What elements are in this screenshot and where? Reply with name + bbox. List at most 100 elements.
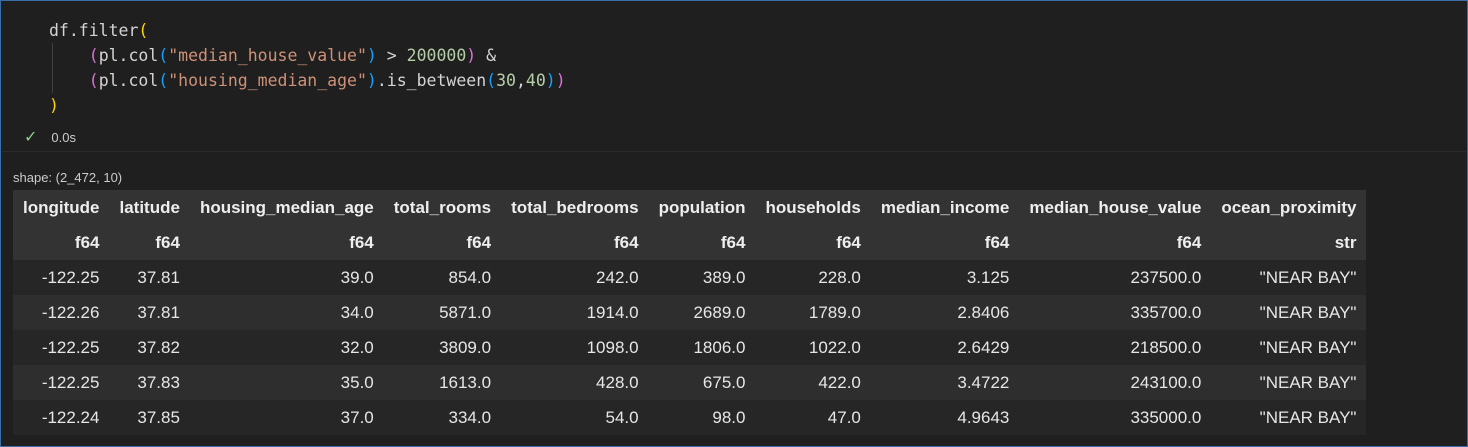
column-header: longitude xyxy=(23,197,100,217)
cell-output-divider xyxy=(2,151,1466,152)
code-token: ) xyxy=(366,46,377,65)
table-cell: 37.82 xyxy=(137,337,180,357)
code-token: > xyxy=(376,46,407,65)
table-cell: 242.0 xyxy=(596,267,639,287)
dataframe-table: longitude latitude housing_median_age total… xyxy=(13,190,1367,435)
table-cell: 3.125 xyxy=(966,267,1010,287)
code-token: ( xyxy=(88,71,99,90)
table-row: -122.25 37.81 39.0 854.0 242.0 389.0 228.0 3.12… xyxy=(13,260,1367,295)
table-cell: 228.0 xyxy=(818,267,861,287)
code-token: .is_between xyxy=(376,71,487,90)
code-token: ( xyxy=(158,46,169,65)
code-token: ) xyxy=(545,71,556,90)
code-token: , xyxy=(515,71,526,90)
column-dtype: str xyxy=(1334,232,1357,252)
code-token: "housing_median_age" xyxy=(168,71,367,90)
table-cell: 54.0 xyxy=(605,407,639,427)
column-dtype: f64 xyxy=(836,232,861,252)
table-cell: 237500.0 xyxy=(1130,267,1202,287)
column-header: median_house_value xyxy=(1029,197,1202,217)
table-cell: "NEAR BAY" xyxy=(1259,337,1357,357)
table-cell: -122.25 xyxy=(41,372,100,392)
dataframe-shape: shape: (2_472, 10) xyxy=(13,170,123,185)
table-cell: "NEAR BAY" xyxy=(1259,372,1357,392)
table-row: -122.25 37.82 32.0 3809.0 1098.0 1806.0 1022.0… xyxy=(13,330,1367,365)
code-line: (pl.col("housing_median_age").is_between… xyxy=(49,68,566,93)
table-cell: 2689.0 xyxy=(693,302,746,322)
column-header: population xyxy=(658,197,746,217)
table-cell: 37.85 xyxy=(137,407,180,427)
table-cell: 3.4722 xyxy=(957,372,1010,392)
table-cell: 335700.0 xyxy=(1130,302,1202,322)
code-token: "median_house_value" xyxy=(168,46,367,65)
column-header: ocean_proximity xyxy=(1221,197,1357,217)
execution-status: ✓ 0.0s xyxy=(24,127,76,147)
table-cell: 335000.0 xyxy=(1130,407,1202,427)
code-token: ( xyxy=(88,46,99,65)
code-line: (pl.col("median_house_value") > 200000) … xyxy=(49,43,566,68)
table-cell: 2.8406 xyxy=(957,302,1010,322)
code-token: ) xyxy=(466,46,477,65)
check-icon: ✓ xyxy=(24,129,38,146)
column-header: median_income xyxy=(880,197,1010,217)
column-dtype: f64 xyxy=(74,232,100,252)
code-token: df.filter xyxy=(49,21,139,40)
code-token: ( xyxy=(486,71,497,90)
table-cell: 1914.0 xyxy=(586,302,639,322)
header-row-names: longitude latitude housing_median_age total… xyxy=(13,190,1367,225)
table-cell: -122.26 xyxy=(41,302,100,322)
table-cell: 243100.0 xyxy=(1130,372,1202,392)
code-token: ) xyxy=(366,71,377,90)
table-cell: 47.0 xyxy=(827,407,861,427)
code-token: 40 xyxy=(525,71,546,90)
column-dtype: f64 xyxy=(349,232,374,252)
code-token: ( xyxy=(158,71,169,90)
table-cell: 34.0 xyxy=(340,302,374,322)
table-cell: 37.81 xyxy=(137,267,180,287)
column-dtype: f64 xyxy=(466,232,492,252)
table-cell: 1022.0 xyxy=(808,337,861,357)
table-cell: 1789.0 xyxy=(808,302,861,322)
table-cell: 4.9643 xyxy=(957,407,1010,427)
table-cell: 1613.0 xyxy=(439,372,492,392)
column-dtype: f64 xyxy=(614,232,639,252)
code-token: & xyxy=(476,46,497,65)
table-cell: "NEAR BAY" xyxy=(1259,302,1357,322)
code-token: 200000 xyxy=(406,46,467,65)
table-cell: -122.25 xyxy=(41,267,100,287)
column-dtype: f64 xyxy=(1176,232,1202,252)
code-line: ) xyxy=(49,93,566,118)
table-row: -122.25 37.83 35.0 1613.0 428.0 675.0 422.0 3.4… xyxy=(13,365,1367,400)
table-cell: "NEAR BAY" xyxy=(1259,267,1357,287)
table-cell: 422.0 xyxy=(818,372,861,392)
table-cell: 32.0 xyxy=(340,337,374,357)
code-token: ) xyxy=(555,71,566,90)
table-cell: 5871.0 xyxy=(439,302,492,322)
table-cell: -122.24 xyxy=(41,407,100,427)
column-dtype: f64 xyxy=(984,232,1010,252)
table-cell: 428.0 xyxy=(596,372,639,392)
code-token: pl.col xyxy=(98,46,159,65)
table-cell: 39.0 xyxy=(340,267,374,287)
table-cell: 37.83 xyxy=(137,372,180,392)
code-cell-input[interactable]: df.filter( (pl.col("median_house_value")… xyxy=(2,2,1466,150)
execution-time: 0.0s xyxy=(51,129,76,145)
column-header: households xyxy=(765,197,861,217)
table-row: -122.24 37.85 37.0 334.0 54.0 98.0 47.0 4.9643 3… xyxy=(13,400,1367,435)
table-cell: 3809.0 xyxy=(439,337,492,357)
table-cell: 389.0 xyxy=(702,267,746,287)
column-header: total_rooms xyxy=(393,197,492,217)
table-cell: 218500.0 xyxy=(1130,337,1202,357)
code-token: ( xyxy=(138,21,149,40)
table-cell: 1098.0 xyxy=(586,337,639,357)
table-cell: 35.0 xyxy=(340,372,374,392)
code-editor[interactable]: df.filter( (pl.col("median_house_value")… xyxy=(49,18,566,118)
table-cell: 98.0 xyxy=(712,407,746,427)
table-row: -122.26 37.81 34.0 5871.0 1914.0 2689.0 1789.0… xyxy=(13,295,1367,330)
table-cell: 37.0 xyxy=(340,407,374,427)
table-cell: -122.25 xyxy=(41,337,100,357)
notebook-cell: df.filter( (pl.col("median_house_value")… xyxy=(0,0,1468,447)
column-dtype: f64 xyxy=(155,232,180,252)
